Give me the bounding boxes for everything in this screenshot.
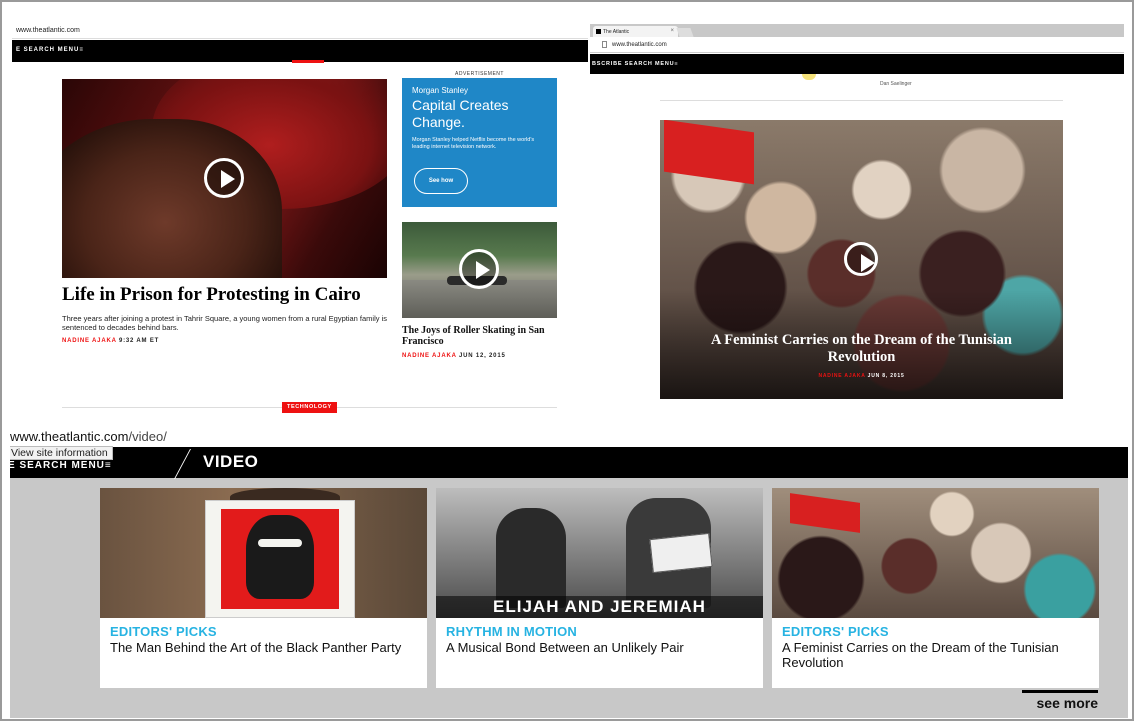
thumbnail-sign (649, 532, 713, 574)
card-kicker[interactable]: RHYTHM IN MOTION (446, 624, 577, 639)
main-byline: NADINE AJAKA 9:32 AM ET (62, 338, 159, 344)
author-link[interactable]: NADINE AJAKA (402, 353, 457, 359)
nav-links[interactable]: E SEARCH MENU≡ (16, 47, 84, 53)
card-thumbnail[interactable] (772, 488, 1099, 618)
poster-glasses (258, 539, 302, 547)
advertisement[interactable]: Morgan Stanley Capital Creates Change. M… (402, 78, 557, 207)
photo-credit: Dan Saelinger (880, 81, 912, 87)
nav-separator (174, 449, 191, 479)
new-tab-button[interactable] (676, 28, 694, 37)
thumbnail-flag (664, 120, 754, 185)
favicon-icon (596, 29, 601, 34)
address-bar[interactable]: www.theatlantic.com/video/ (10, 426, 1128, 447)
timestamp: 9:32 AM ET (118, 338, 160, 344)
browser-tab[interactable]: The Atlantic × (593, 26, 678, 37)
homepage-panel: www.theatlantic.com E SEARCH MENU≡ Life … (12, 22, 588, 420)
timestamp: JUN 8, 2015 (867, 373, 905, 379)
ad-see-how-button[interactable]: See how (414, 168, 468, 194)
see-more-link[interactable]: see more (1022, 690, 1098, 711)
side-video-thumbnail[interactable] (402, 222, 557, 318)
ad-headline: Capital Creates Change. (412, 97, 509, 130)
main-dek: Three years after joining a protest in T… (62, 314, 388, 332)
card-kicker[interactable]: EDITORS' PICKS (782, 624, 889, 639)
play-icon[interactable] (459, 249, 499, 289)
image-fragment (802, 74, 816, 80)
article-panel: The Atlantic × www.theatlantic.com BSCRI… (590, 24, 1124, 414)
address-domain: www.theatlantic.com (10, 429, 129, 444)
section-tag-technology[interactable]: TECHNOLOGY (282, 402, 337, 413)
ad-label: ADVERTISEMENT (455, 71, 504, 77)
thumbnail-person (496, 508, 566, 608)
video-card[interactable]: EDITORS' PICKS The Man Behind the Art of… (100, 488, 427, 688)
ad-body: Morgan Stanley helped Netflix become the… (412, 137, 535, 150)
poster-face (246, 515, 314, 599)
video-card[interactable]: ELIJAH AND JEREMIAH RHYTHM IN MOTION A M… (436, 488, 763, 688)
author-link[interactable]: NADINE AJAKA (62, 338, 117, 344)
thumbnail-poster (205, 500, 355, 618)
play-icon[interactable] (844, 242, 878, 276)
section-title: VIDEO (203, 452, 259, 471)
card-thumbnail[interactable] (100, 488, 427, 618)
ad-brand: Morgan Stanley (412, 86, 469, 95)
author-link[interactable]: NADINE AJAKA (818, 373, 865, 379)
active-indicator (292, 60, 324, 63)
card-title[interactable]: A Musical Bond Between an Unlikely Pair (446, 640, 756, 655)
feature-byline: NADINE AJAKA JUN 8, 2015 (660, 373, 1063, 379)
nav-bar: E SEARCH MENU≡ (12, 40, 588, 63)
close-icon[interactable]: × (670, 28, 674, 34)
site-info-tooltip: View site information (10, 446, 113, 460)
address-bar[interactable]: www.theatlantic.com (590, 37, 1124, 53)
divider (660, 100, 1063, 101)
tab-title: The Atlantic (603, 29, 630, 35)
card-title[interactable]: The Man Behind the Art of the Black Pant… (110, 640, 420, 655)
thumbnail-caption: ELIJAH AND JEREMIAH (436, 596, 763, 618)
timestamp: JUN 12, 2015 (458, 353, 506, 359)
tab-strip: The Atlantic × (590, 24, 1124, 37)
nav-links[interactable]: BSCRIBE SEARCH MENU≡ (592, 61, 678, 67)
screenshot-frame: www.theatlantic.com E SEARCH MENU≡ Life … (0, 0, 1134, 721)
video-section-panel: www.theatlantic.com/video/ E SEARCH MENU… (10, 426, 1128, 718)
card-kicker[interactable]: EDITORS' PICKS (110, 624, 217, 639)
address-text: www.theatlantic.com (612, 42, 667, 48)
video-card[interactable]: EDITORS' PICKS A Feminist Carries on the… (772, 488, 1099, 688)
nav-bar: E SEARCH MENU≡ VIDEO (10, 447, 1128, 479)
address-path: /video/ (128, 429, 167, 444)
feature-headline[interactable]: A Feminist Carries on the Dream of the T… (680, 332, 1043, 366)
main-headline[interactable]: Life in Prison for Protesting in Cairo (62, 284, 392, 306)
card-thumbnail[interactable]: ELIJAH AND JEREMIAH (436, 488, 763, 618)
card-title[interactable]: A Feminist Carries on the Dream of the T… (782, 640, 1092, 670)
side-byline: NADINE AJAKA JUN 12, 2015 (402, 353, 506, 359)
thumbnail-face (62, 119, 282, 278)
main-video-thumbnail[interactable] (62, 79, 387, 278)
side-headline[interactable]: The Joys of Roller Skating in San Franci… (402, 325, 562, 347)
feature-video[interactable]: A Feminist Carries on the Dream of the T… (660, 120, 1063, 399)
address-bar[interactable]: www.theatlantic.com (12, 24, 588, 39)
page-icon (602, 41, 607, 48)
nav-links[interactable]: E SEARCH MENU≡ (10, 460, 112, 471)
play-icon[interactable] (204, 158, 244, 198)
nav-bar: BSCRIBE SEARCH MENU≡ (590, 54, 1124, 74)
thumbnail-flag (790, 493, 860, 533)
